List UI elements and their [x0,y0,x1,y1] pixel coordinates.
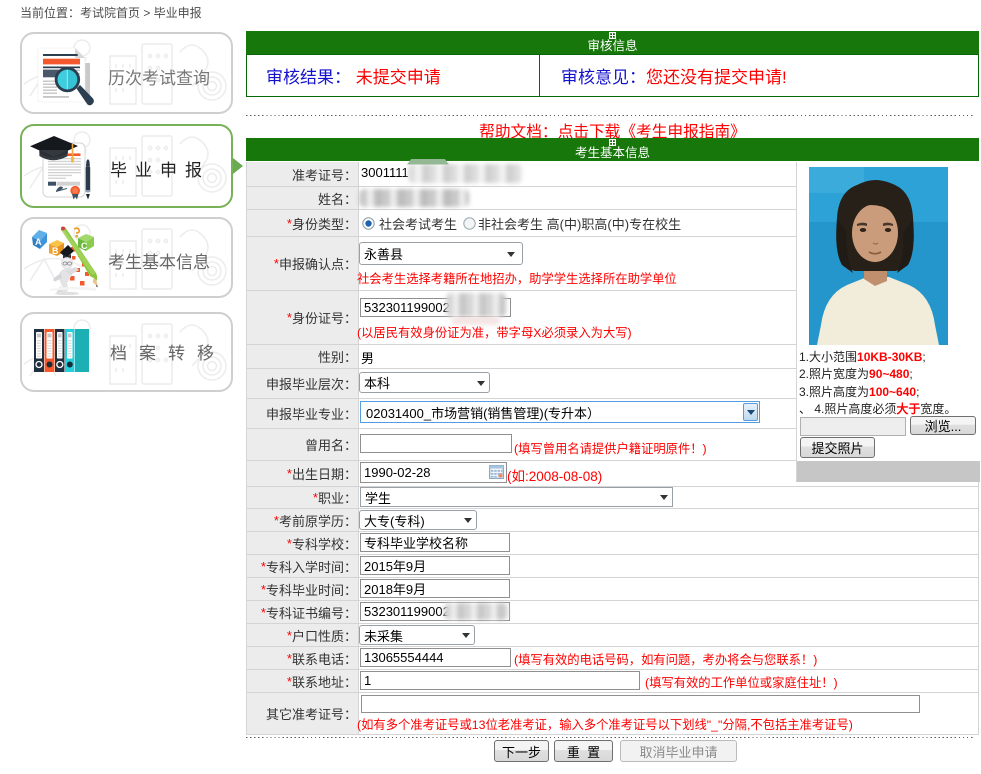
svg-text:B: B [52,246,59,256]
svg-text:C: C [81,241,88,251]
svg-text:A: A [35,237,42,247]
